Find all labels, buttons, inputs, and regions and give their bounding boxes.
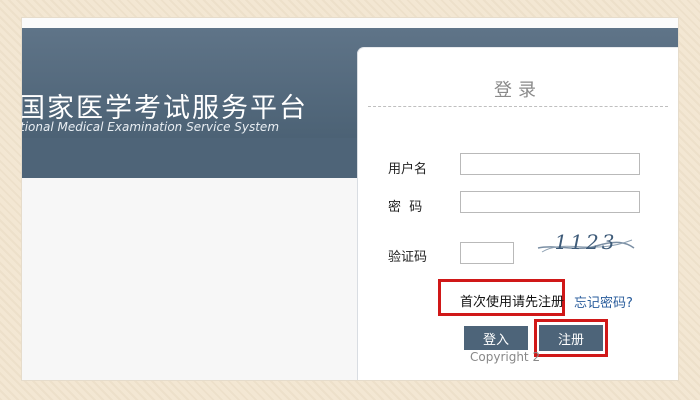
site-title-en: tional Medical Examination Service Syste… — [22, 120, 280, 134]
password-input[interactable] — [460, 191, 640, 213]
captcha-input[interactable] — [460, 242, 514, 264]
username-input[interactable] — [460, 153, 640, 175]
login-title: 登录 — [494, 80, 542, 101]
username-label: 用户名 — [388, 162, 428, 177]
register-button[interactable]: 注册 — [539, 325, 603, 351]
title-divider — [368, 106, 668, 107]
captcha-text: 1123 — [555, 230, 618, 254]
forgot-password-link[interactable]: 忘记密码? — [574, 292, 633, 311]
login-button[interactable]: 登入 — [464, 326, 528, 350]
copyright-text: Copyright 2 — [470, 350, 544, 364]
captcha-image[interactable]: 1123 — [536, 226, 636, 260]
login-panel: 登录 用户名 密 码 验证码 1123 首次使用请先注册 忘记密码? 登入 注册… — [358, 48, 678, 380]
password-label: 密 码 — [388, 200, 423, 215]
captcha-label: 验证码 — [388, 250, 428, 265]
page-container: 国家医学考试服务平台 tional Medical Examination Se… — [22, 18, 678, 380]
first-use-register-link[interactable]: 首次使用请先注册 — [460, 291, 564, 310]
